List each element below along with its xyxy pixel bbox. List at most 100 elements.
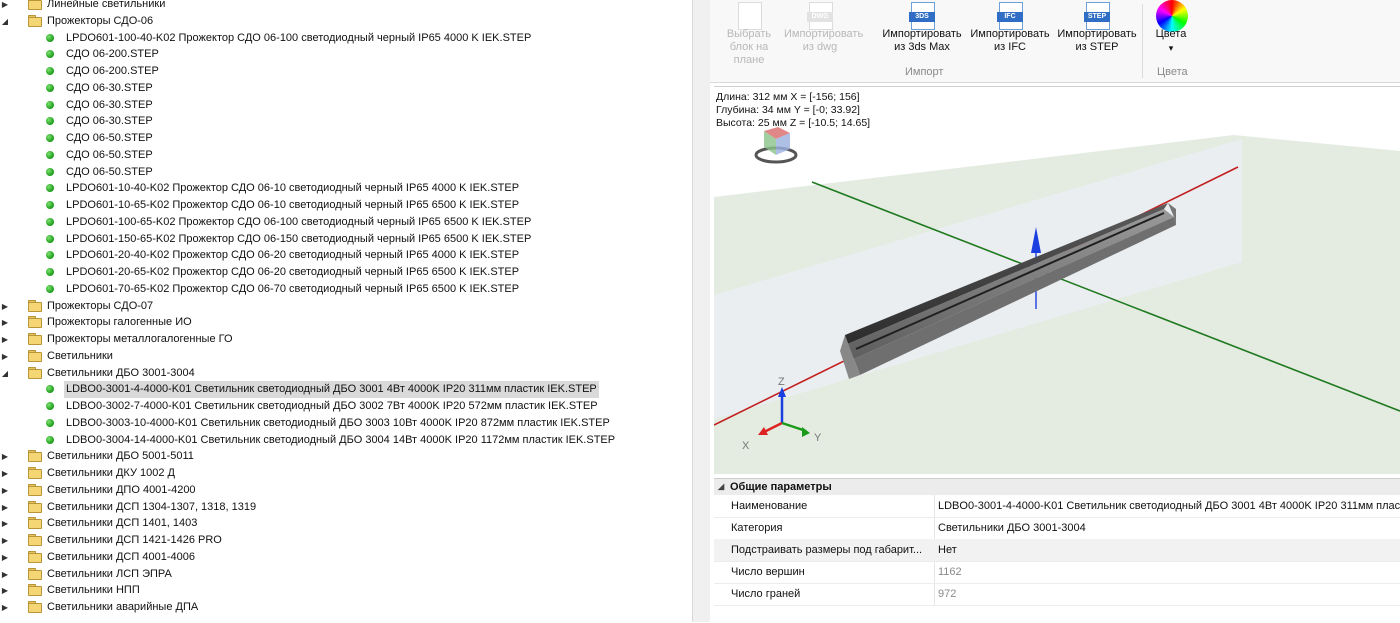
property-value: Нет [938,544,957,556]
ribbon-toolbar: Выбрать блок на плане DWG Импортировать … [710,0,1400,83]
collapsed-arrow-icon[interactable]: ▶ [0,482,10,499]
y-axis-label: Y [814,432,822,444]
tree-label: СДО 06-200.STEP [66,48,159,61]
property-value: 972 [938,588,957,600]
model-dot-icon [46,418,54,427]
tree-label: Прожекторы галогенные ИО [47,316,192,329]
tree-label: LDBO0-3002-7-4000-K01 Светильник светоди… [66,400,598,412]
ifc-file-icon: IFC [997,2,1023,30]
x-axis-label: X [742,440,750,452]
collapsed-arrow-icon[interactable]: ▶ [0,582,10,599]
collapsed-arrow-icon[interactable]: ▶ [0,448,10,465]
property-row[interactable]: Число граней 972 [714,583,1400,606]
tree-label: LPDO601-70-65-K02 Прожектор СДО 06-70 св… [66,282,520,295]
import-step-button[interactable]: STEP Импортировать из STEP [1052,0,1142,60]
import-3ds-button[interactable]: 3DS Импортировать из 3ds Max [878,0,966,60]
collapsed-arrow-icon[interactable]: ▶ [0,549,10,566]
collapsed-arrow-icon[interactable]: ▶ [0,0,10,13]
collapsed-arrow-icon[interactable]: ▶ [0,566,10,583]
import-dwg-label: Импортировать из dwg [784,28,864,53]
import-step-label: Импортировать из STEP [1057,28,1137,53]
ifc-tag: IFC [997,12,1023,22]
3d-viewport[interactable]: Длина: 312 мм X = [-156; 156] Глубина: 3… [714,86,1400,474]
collapsed-arrow-icon[interactable]: ▶ [0,599,10,616]
folder-icon [28,550,42,563]
import-3ds-label: Импортировать из 3ds Max [882,28,962,53]
folder-icon [28,450,42,463]
tree-label: Светильники [47,349,113,362]
model-dot-icon [46,234,54,243]
collapsed-arrow-icon[interactable]: ▶ [0,499,10,516]
import-dwg-button[interactable]: DWG Импортировать из dwg [784,0,864,60]
expanded-arrow-icon[interactable]: ◢ [0,13,10,30]
collapsed-arrow-icon[interactable]: ▶ [0,532,10,549]
model-dot-icon [46,117,54,126]
collapsed-arrow-icon[interactable]: ▶ [0,515,10,532]
folder-icon [28,299,42,312]
tree-label: Прожекторы СДО-06 [47,14,154,27]
model-dot-icon [46,100,54,109]
folder-icon [28,0,42,10]
import-group-label: Импорт [905,66,944,78]
tree-label: LPDO601-20-40-K02 Прожектор СДО 06-20 св… [66,249,520,262]
tree-label: LDBO0-3004-14-4000-K01 Светильник светод… [66,433,616,446]
colors-label: Цвета [1155,28,1187,40]
model-dot-icon [46,50,54,59]
select-block-button[interactable]: Выбрать блок на плане [714,0,784,66]
model-dot-icon [46,268,54,276]
tree-label: LPDO601-20-65-K02 Прожектор СДО 06-20 св… [66,266,520,278]
z-axis-label: Z [778,376,785,388]
collapsed-arrow-icon[interactable]: ▶ [0,331,10,348]
folder-icon [28,567,42,580]
tree-label: Прожекторы СДО-07 [47,299,154,312]
tree-label: СДО 06-30.STEP [66,115,153,128]
tree-label: Светильники ДБО 5001-5011 [47,450,194,463]
tree-label: Светильники ДСП 4001-4006 [47,550,195,563]
property-row[interactable]: Число вершин 1162 [714,561,1400,584]
import-ifc-button[interactable]: IFC Импортировать из IFC [966,0,1054,60]
folder-icon [28,349,42,362]
panel-splitter[interactable] [692,0,711,622]
model-dot-icon [46,150,54,159]
model-dot-icon [46,251,54,260]
tree-label: СДО 06-30.STEP [66,98,153,111]
tree-label: Светильники ДБО 3001-3004 [47,366,195,379]
section-title: Общие параметры [730,481,832,493]
folder-icon [28,467,42,479]
model-dot-icon [46,67,54,75]
model-dot-icon [46,167,54,176]
collapsed-arrow-icon[interactable]: ▶ [0,348,10,365]
tree-label: Линейные светильники [47,0,166,10]
general-params-header[interactable]: ◢ Общие параметры [714,479,1400,495]
model-dot-icon [46,33,54,42]
dwg-file-icon: DWG [807,2,833,30]
scene-canvas: Z X Y [714,127,1400,474]
folder-icon [28,584,42,597]
step-file-icon: STEP [1084,2,1110,30]
property-key: Число вершин [731,566,805,578]
view-cube[interactable] [754,127,798,164]
colors-button[interactable]: Цвета ▾ [1146,0,1196,60]
expanded-arrow-icon[interactable]: ◢ [0,365,10,382]
tree-label: Светильники ДСП 1421-1426 PRO [47,534,222,546]
property-row[interactable]: Категория Светильники ДБО 3001-3004 [714,517,1400,540]
select-block-icon [738,2,762,30]
tree-label: LDBO0-3001-4-4000-K01 Светильник светоди… [64,381,599,399]
property-row[interactable]: Подстраивать размеры под габарит... Нет [714,539,1400,562]
tree-label: Светильники ДПО 4001-4200 [47,483,196,496]
property-row[interactable]: Наименование LDBO0-3001-4-4000-K01 Светил… [714,495,1400,518]
collapsed-arrow-icon[interactable]: ▶ [0,314,10,331]
depth-readout: Глубина: 34 мм Y = [-0; 33.92] [716,104,860,116]
tree-label: СДО 06-50.STEP [66,165,153,178]
collapsed-arrow-icon[interactable]: ▶ [0,298,10,315]
tree-label: LPDO601-10-65-K02 Прожектор СДО 06-10 св… [66,199,520,211]
tree-label: LPDO601-150-65-K02 Прожектор СДО 06-150 … [66,232,532,245]
model-dot-icon [46,83,54,92]
properties-grid: ◢ Общие параметры Наименование LDBO0-3001… [714,478,1400,623]
collapsed-arrow-icon[interactable]: ▶ [0,465,10,482]
folder-icon [28,517,42,530]
tree-label: СДО 06-50.STEP [66,132,153,144]
model-dot-icon [46,217,54,226]
property-value: 1162 [938,566,962,578]
tree-label: LDBO0-3003-10-4000-K01 Светильник светод… [66,416,610,429]
